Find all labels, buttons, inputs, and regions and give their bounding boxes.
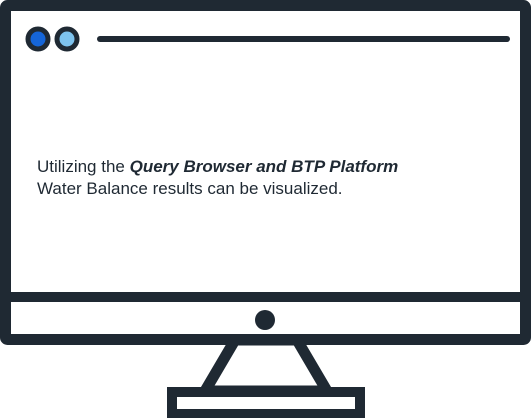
monitor-stand-base [167,387,365,418]
caption-lead: Utilizing the [37,157,130,176]
monitor-illustration [0,0,531,418]
window-dot-primary-icon [25,26,51,52]
power-button-icon [255,310,275,330]
monitor-stand-neck [195,334,337,397]
caption-text: Utilizing the Query Browser and BTP Plat… [37,156,497,200]
caption-rest: Water Balance results can be visualized. [37,179,343,198]
caption-emphasis: Query Browser and BTP Platform [129,157,399,176]
window-dot-secondary-icon [54,26,80,52]
